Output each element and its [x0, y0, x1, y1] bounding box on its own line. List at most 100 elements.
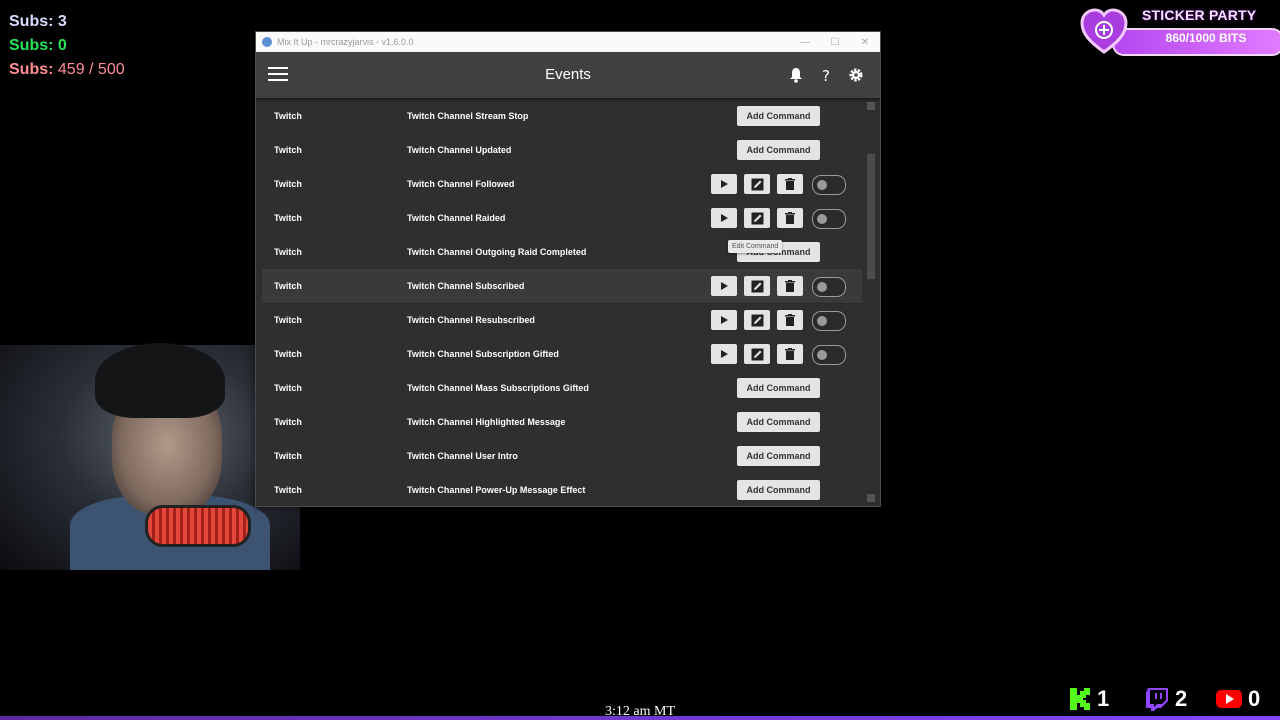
event-source: Twitch — [274, 111, 302, 121]
play-icon[interactable] — [711, 344, 737, 364]
webcam-hair — [95, 343, 225, 418]
overlay-bottom-bar — [0, 716, 1280, 720]
play-icon[interactable] — [711, 310, 737, 330]
kick-viewer-count: 1 — [1069, 686, 1109, 712]
subs-line-2: Subs: 0 — [9, 37, 67, 54]
event-source: Twitch — [274, 179, 302, 189]
event-source: Twitch — [274, 417, 302, 427]
edit-command-icon[interactable] — [744, 276, 770, 296]
add-command-button[interactable]: Add Command — [737, 412, 820, 432]
add-command-button[interactable]: Add Command — [737, 378, 820, 398]
subs-line-3: Subs: 459 / 500 — [9, 61, 125, 78]
event-source: Twitch — [274, 349, 302, 359]
event-name: Twitch Channel Resubscribed — [407, 315, 535, 325]
event-name: Twitch Channel Followed — [407, 179, 515, 189]
event-row: Twitch Twitch Channel Resubscribed — [262, 303, 862, 338]
microphone — [145, 505, 251, 547]
youtube-viewer-count: 0 — [1216, 686, 1260, 712]
delete-icon[interactable] — [777, 208, 803, 228]
enable-toggle[interactable] — [812, 277, 846, 297]
youtube-icon — [1216, 690, 1242, 708]
enable-toggle[interactable] — [812, 175, 846, 195]
event-source: Twitch — [274, 315, 302, 325]
app-icon — [262, 37, 272, 47]
subs-line-1: Subs: 3 — [9, 13, 67, 30]
event-source: Twitch — [274, 383, 302, 393]
subs-counter: Subs: 3 Subs: 0 Subs: 459 / 500 — [9, 10, 125, 82]
event-name: Twitch Channel Raided — [407, 213, 506, 223]
app-bar: Events ? — [256, 52, 880, 98]
event-source: Twitch — [274, 451, 302, 461]
event-list: Twitch Twitch Channel Stream Stop Add Comm… — [256, 99, 880, 506]
maximize-button[interactable]: ☐ — [820, 37, 850, 48]
event-source: Twitch — [274, 145, 302, 155]
event-name: Twitch Channel Highlighted Message — [407, 417, 566, 427]
event-name: Twitch Channel Mass Subscriptions Gifted — [407, 383, 589, 393]
event-row: Twitch Twitch Channel User Intro Add Comma… — [262, 439, 862, 474]
event-name: Twitch Channel Stream Stop — [407, 111, 529, 121]
event-name: Twitch Channel Updated — [407, 145, 512, 155]
svg-text:?: ? — [822, 67, 830, 83]
event-row: Twitch Twitch Channel Power-Up Message Ef… — [262, 473, 862, 506]
play-icon[interactable] — [711, 276, 737, 296]
sticker-party-goal: STICKER PARTY 860/1000 BITS — [1080, 6, 1280, 56]
event-row: Twitch Twitch Channel Stream Stop Add Comm… — [262, 99, 862, 134]
add-command-button[interactable]: Add Command — [737, 140, 820, 160]
event-source: Twitch — [274, 247, 302, 257]
event-source: Twitch — [274, 213, 302, 223]
event-row: Twitch Twitch Channel Subscribed — [262, 269, 862, 304]
edit-command-icon[interactable] — [744, 310, 770, 330]
event-name: Twitch Channel User Intro — [407, 451, 518, 461]
add-command-button[interactable]: Add Command — [737, 446, 820, 466]
close-button[interactable]: ✕ — [850, 37, 880, 48]
event-row: Twitch Twitch Channel Highlighted Message… — [262, 405, 862, 440]
enable-toggle[interactable] — [812, 345, 846, 365]
edit-command-icon[interactable] — [744, 344, 770, 364]
add-command-button[interactable]: Add Command — [737, 106, 820, 126]
scroll-thumb[interactable] — [867, 154, 875, 279]
kick-count: 1 — [1097, 686, 1110, 711]
gear-icon[interactable] — [847, 66, 865, 84]
event-row: Twitch Twitch Channel Mass Subscriptions … — [262, 371, 862, 406]
event-source: Twitch — [274, 281, 302, 291]
scrollbar[interactable] — [866, 102, 876, 502]
minimize-button[interactable]: — — [790, 37, 820, 48]
subs-goal: 459 / 500 — [57, 61, 125, 78]
event-name: Twitch Channel Outgoing Raid Completed — [407, 247, 587, 257]
delete-icon[interactable] — [777, 276, 803, 296]
sticker-party-title: STICKER PARTY — [1142, 7, 1257, 23]
event-row: Twitch Twitch Channel Followed — [262, 167, 862, 202]
kick-icon — [1070, 688, 1090, 710]
window-titlebar: Mix It Up - mrcrazyjarvis - v1.6.0.0 — ☐… — [256, 32, 880, 52]
delete-icon[interactable] — [777, 344, 803, 364]
event-row: Twitch Twitch Channel Subscription Gifted — [262, 337, 862, 372]
play-icon[interactable] — [711, 174, 737, 194]
twitch-viewer-count: 2 — [1145, 686, 1187, 712]
edit-command-icon[interactable] — [744, 174, 770, 194]
subs-line-2-value: 0 — [57, 37, 67, 54]
window-title: Mix It Up - mrcrazyjarvis - v1.6.0.0 — [277, 37, 414, 47]
event-name: Twitch Channel Subscription Gifted — [407, 349, 559, 359]
heart-icon — [1080, 8, 1128, 54]
play-icon[interactable] — [711, 208, 737, 228]
scroll-down-arrow[interactable] — [867, 494, 875, 502]
delete-icon[interactable] — [777, 174, 803, 194]
edit-command-icon[interactable] — [744, 208, 770, 228]
bell-icon[interactable] — [787, 66, 805, 84]
mixitup-window: Mix It Up - mrcrazyjarvis - v1.6.0.0 — ☐… — [255, 31, 881, 507]
twitch-icon — [1146, 688, 1168, 711]
event-name: Twitch Channel Power-Up Message Effect — [407, 485, 586, 495]
enable-toggle[interactable] — [812, 311, 846, 331]
edit-command-tooltip: Edit Command — [728, 240, 783, 253]
youtube-count: 0 — [1248, 686, 1261, 711]
event-source: Twitch — [274, 485, 302, 495]
enable-toggle[interactable] — [812, 209, 846, 229]
event-row: Twitch Twitch Channel Raided — [262, 201, 862, 236]
help-icon[interactable]: ? — [817, 66, 835, 84]
add-command-button[interactable]: Add Command — [737, 480, 820, 500]
twitch-count: 2 — [1175, 686, 1188, 711]
delete-icon[interactable] — [777, 310, 803, 330]
event-row: Twitch Twitch Channel Updated Add Command — [262, 133, 862, 168]
scroll-up-arrow[interactable] — [867, 102, 875, 110]
event-name: Twitch Channel Subscribed — [407, 281, 525, 291]
